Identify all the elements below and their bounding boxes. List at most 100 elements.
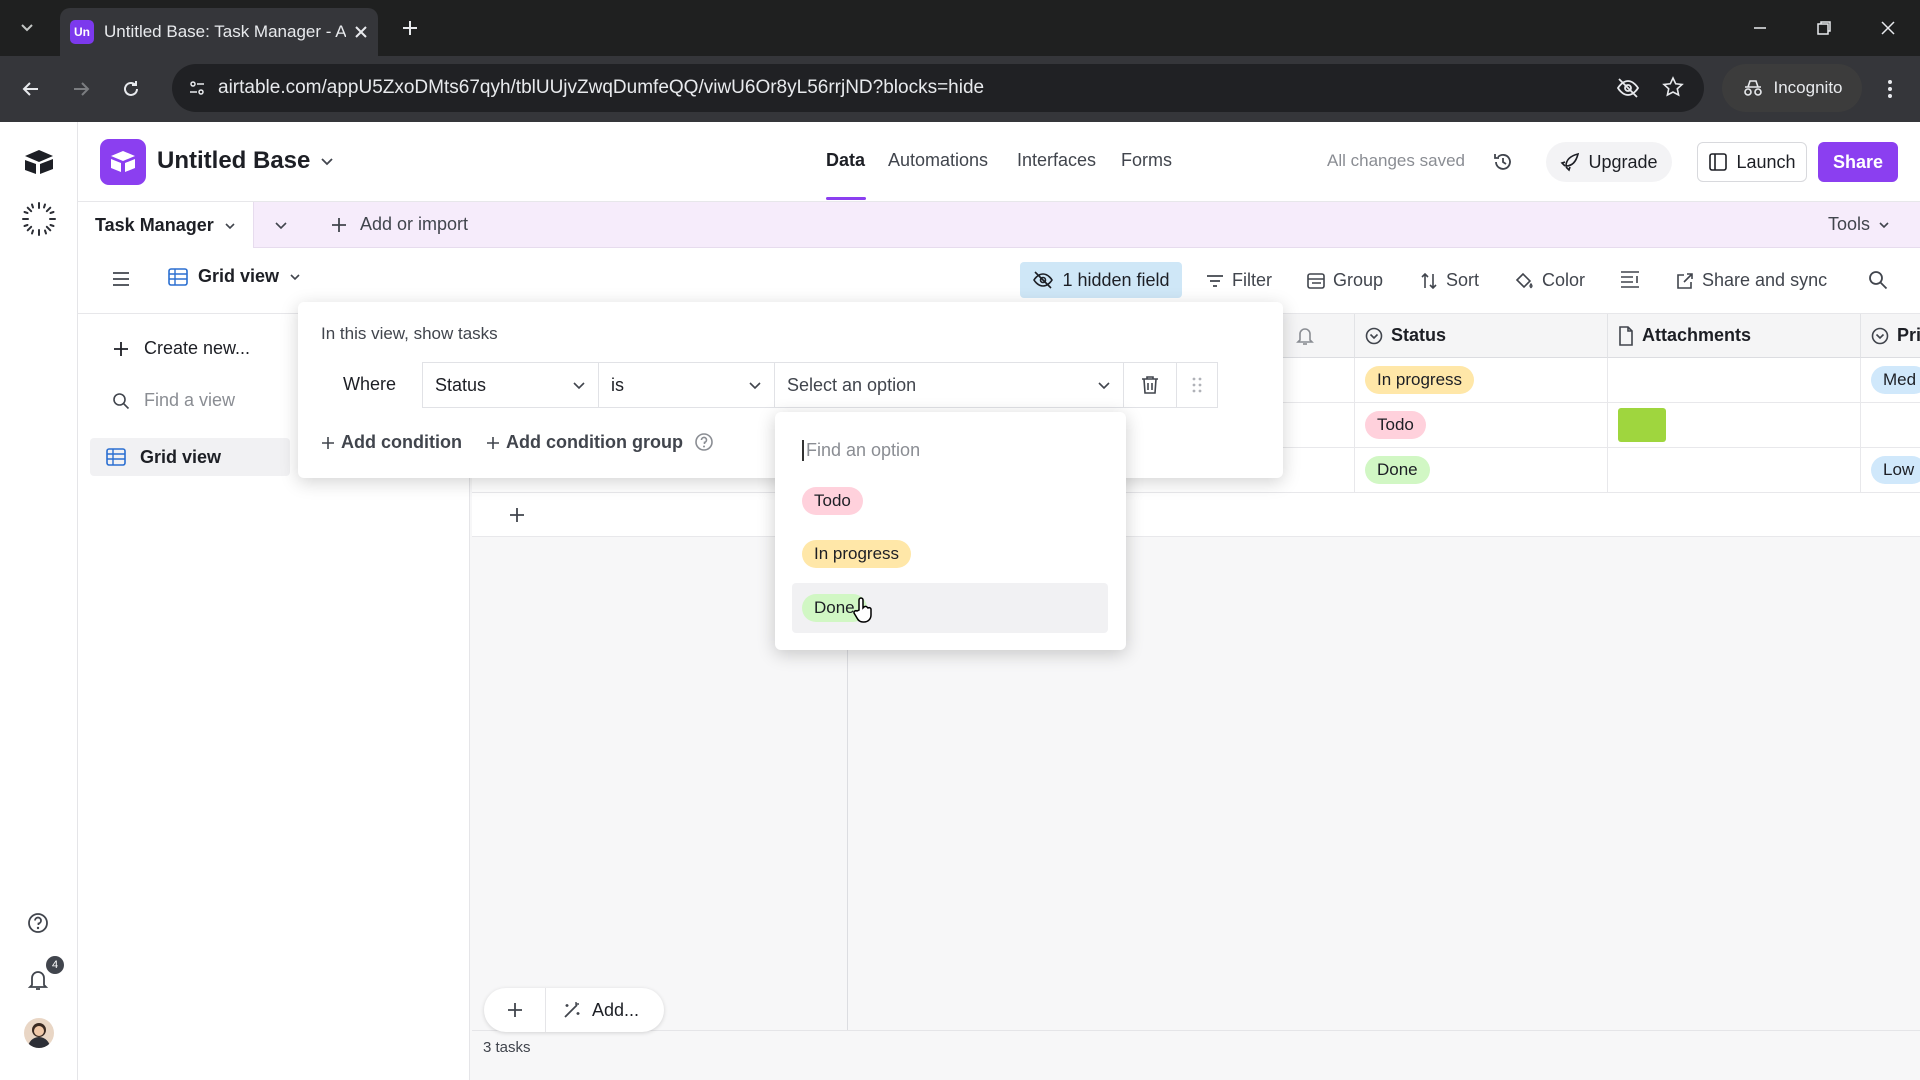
nav-tab-forms[interactable]: Forms	[1121, 150, 1172, 171]
restore-icon[interactable]	[1810, 14, 1838, 42]
create-new-label: Create new...	[144, 338, 251, 358]
bell-icon[interactable]	[1296, 326, 1314, 346]
single-select-icon	[1871, 327, 1889, 345]
paint-bucket-icon	[1514, 272, 1534, 290]
status-pill: Done	[1365, 456, 1430, 484]
filter-heading: In this view, show tasks	[321, 324, 498, 343]
priority-cell[interactable]	[1861, 403, 1920, 448]
grid-footer	[472, 1030, 1920, 1080]
record-count: 3 tasks	[483, 1039, 531, 1056]
window-close-icon[interactable]	[1874, 14, 1902, 42]
bookmark-star-icon[interactable]	[1662, 76, 1684, 98]
find-view-input[interactable]: Find a view	[112, 390, 235, 411]
sidebar-item-grid-view[interactable]: Grid view	[90, 438, 290, 476]
delete-condition-button[interactable]	[1123, 362, 1177, 408]
column-header-attachments[interactable]: Attachments	[1608, 314, 1861, 358]
add-or-import-button[interactable]: Add or import	[330, 214, 468, 235]
color-label: Color	[1542, 270, 1586, 290]
share-and-sync-button[interactable]: Share and sync	[1676, 270, 1827, 291]
filter-icon	[1206, 273, 1224, 289]
user-avatar[interactable]	[24, 1018, 54, 1048]
filter-operator-select[interactable]: is	[598, 362, 775, 408]
back-icon[interactable]	[16, 74, 46, 104]
site-info-icon[interactable]	[188, 79, 206, 97]
forward-icon[interactable]	[66, 74, 96, 104]
status-pill: In progress	[1365, 366, 1475, 394]
add-record-row[interactable]	[472, 493, 1920, 537]
plus-icon[interactable]	[508, 506, 526, 524]
attachments-cell[interactable]	[1608, 448, 1861, 493]
hand-cursor-icon	[852, 596, 876, 624]
filter-field-select[interactable]: Status	[422, 362, 599, 408]
eye-off-icon[interactable]	[1616, 77, 1640, 99]
priority-cell[interactable]: Med	[1861, 358, 1920, 403]
help-icon[interactable]	[694, 432, 714, 452]
incognito-label: Incognito	[1773, 78, 1843, 97]
omni-spark-icon[interactable]	[20, 200, 58, 238]
create-new-view-button[interactable]: Create new...	[112, 338, 250, 359]
search-icon	[112, 392, 130, 410]
chevron-down-icon	[224, 220, 236, 232]
status-cell[interactable]: Todo	[1355, 403, 1608, 448]
sort-button[interactable]: Sort	[1420, 270, 1479, 291]
status-cell[interactable]: Done	[1355, 448, 1608, 493]
base-name[interactable]: Untitled Base	[157, 147, 334, 175]
tools-menu[interactable]: Tools	[1828, 214, 1890, 235]
find-option-input[interactable]: Find an option	[802, 440, 920, 461]
option-todo[interactable]: Todo	[792, 476, 1108, 526]
tab-list-chevron-icon[interactable]	[12, 12, 42, 42]
search-icon[interactable]	[1868, 270, 1888, 290]
filter-button[interactable]: Filter	[1206, 270, 1272, 291]
share-external-icon	[1676, 272, 1694, 290]
reload-icon[interactable]	[116, 74, 146, 104]
option-in-progress[interactable]: In progress	[792, 529, 1108, 579]
url-text: airtable.com/appU5ZxoDMts67qyh/tblUUjvZw…	[218, 77, 985, 98]
airtable-logo-icon[interactable]	[22, 148, 56, 176]
magic-wand-icon	[562, 1000, 582, 1020]
sidebar-toggle-icon[interactable]	[111, 270, 131, 288]
column-header-priority[interactable]: Pri	[1861, 314, 1920, 358]
attachments-cell[interactable]	[1608, 403, 1861, 448]
drag-handle[interactable]	[1176, 362, 1218, 408]
address-bar[interactable]: airtable.com/appU5ZxoDMts67qyh/tblUUjvZw…	[172, 64, 1704, 112]
new-tab-icon[interactable]	[396, 14, 424, 42]
option-done[interactable]: Done	[792, 583, 1108, 633]
column-header-status[interactable]: Status	[1355, 314, 1608, 358]
notifications-bell-icon[interactable]	[27, 968, 49, 992]
table-tab-task-manager[interactable]: Task Manager	[78, 202, 254, 249]
priority-cell[interactable]: Low	[1861, 448, 1920, 493]
attachments-cell[interactable]	[1608, 358, 1861, 403]
incognito-indicator[interactable]: Incognito	[1722, 64, 1862, 112]
launch-button[interactable]: Launch	[1697, 142, 1807, 182]
hide-fields-button[interactable]: 1 hidden field	[1020, 262, 1182, 298]
browser-tab[interactable]: Un Untitled Base: Task Manager - A	[60, 8, 378, 56]
tab-close-icon[interactable]	[354, 25, 368, 39]
find-view-placeholder: Find a view	[144, 390, 236, 410]
color-button[interactable]: Color	[1514, 270, 1585, 291]
drag-handle-icon	[1192, 377, 1202, 393]
airtable-favicon: Un	[70, 20, 94, 44]
filter-value-select[interactable]: Select an option	[774, 362, 1124, 408]
add-record-plus-icon[interactable]	[484, 988, 546, 1032]
nav-tab-automations[interactable]: Automations	[888, 150, 988, 171]
minimize-icon[interactable]	[1746, 14, 1774, 42]
add-condition-button[interactable]: Add condition	[321, 432, 462, 453]
base-icon[interactable]	[100, 139, 146, 185]
app-left-rail	[0, 122, 78, 1080]
nav-tab-interfaces[interactable]: Interfaces	[1017, 150, 1096, 171]
upgrade-button[interactable]: Upgrade	[1546, 142, 1672, 182]
incognito-icon	[1742, 79, 1764, 97]
group-button[interactable]: Group	[1307, 270, 1383, 291]
row-height-icon[interactable]	[1620, 270, 1640, 288]
help-icon[interactable]	[27, 912, 49, 934]
nav-tab-data[interactable]: Data	[826, 150, 865, 171]
tables-list-chevron-icon[interactable]	[274, 218, 288, 232]
view-switcher[interactable]: Grid view	[168, 266, 301, 287]
history-icon[interactable]	[1492, 151, 1514, 173]
add-condition-group-button[interactable]: Add condition group	[486, 432, 683, 453]
share-button[interactable]: Share	[1818, 142, 1898, 182]
attachment-thumbnail[interactable]	[1618, 408, 1666, 442]
add-with-ai-button[interactable]: Add...	[546, 1000, 639, 1021]
status-cell[interactable]: In progress	[1355, 358, 1608, 403]
browser-menu-icon[interactable]	[1876, 74, 1904, 104]
